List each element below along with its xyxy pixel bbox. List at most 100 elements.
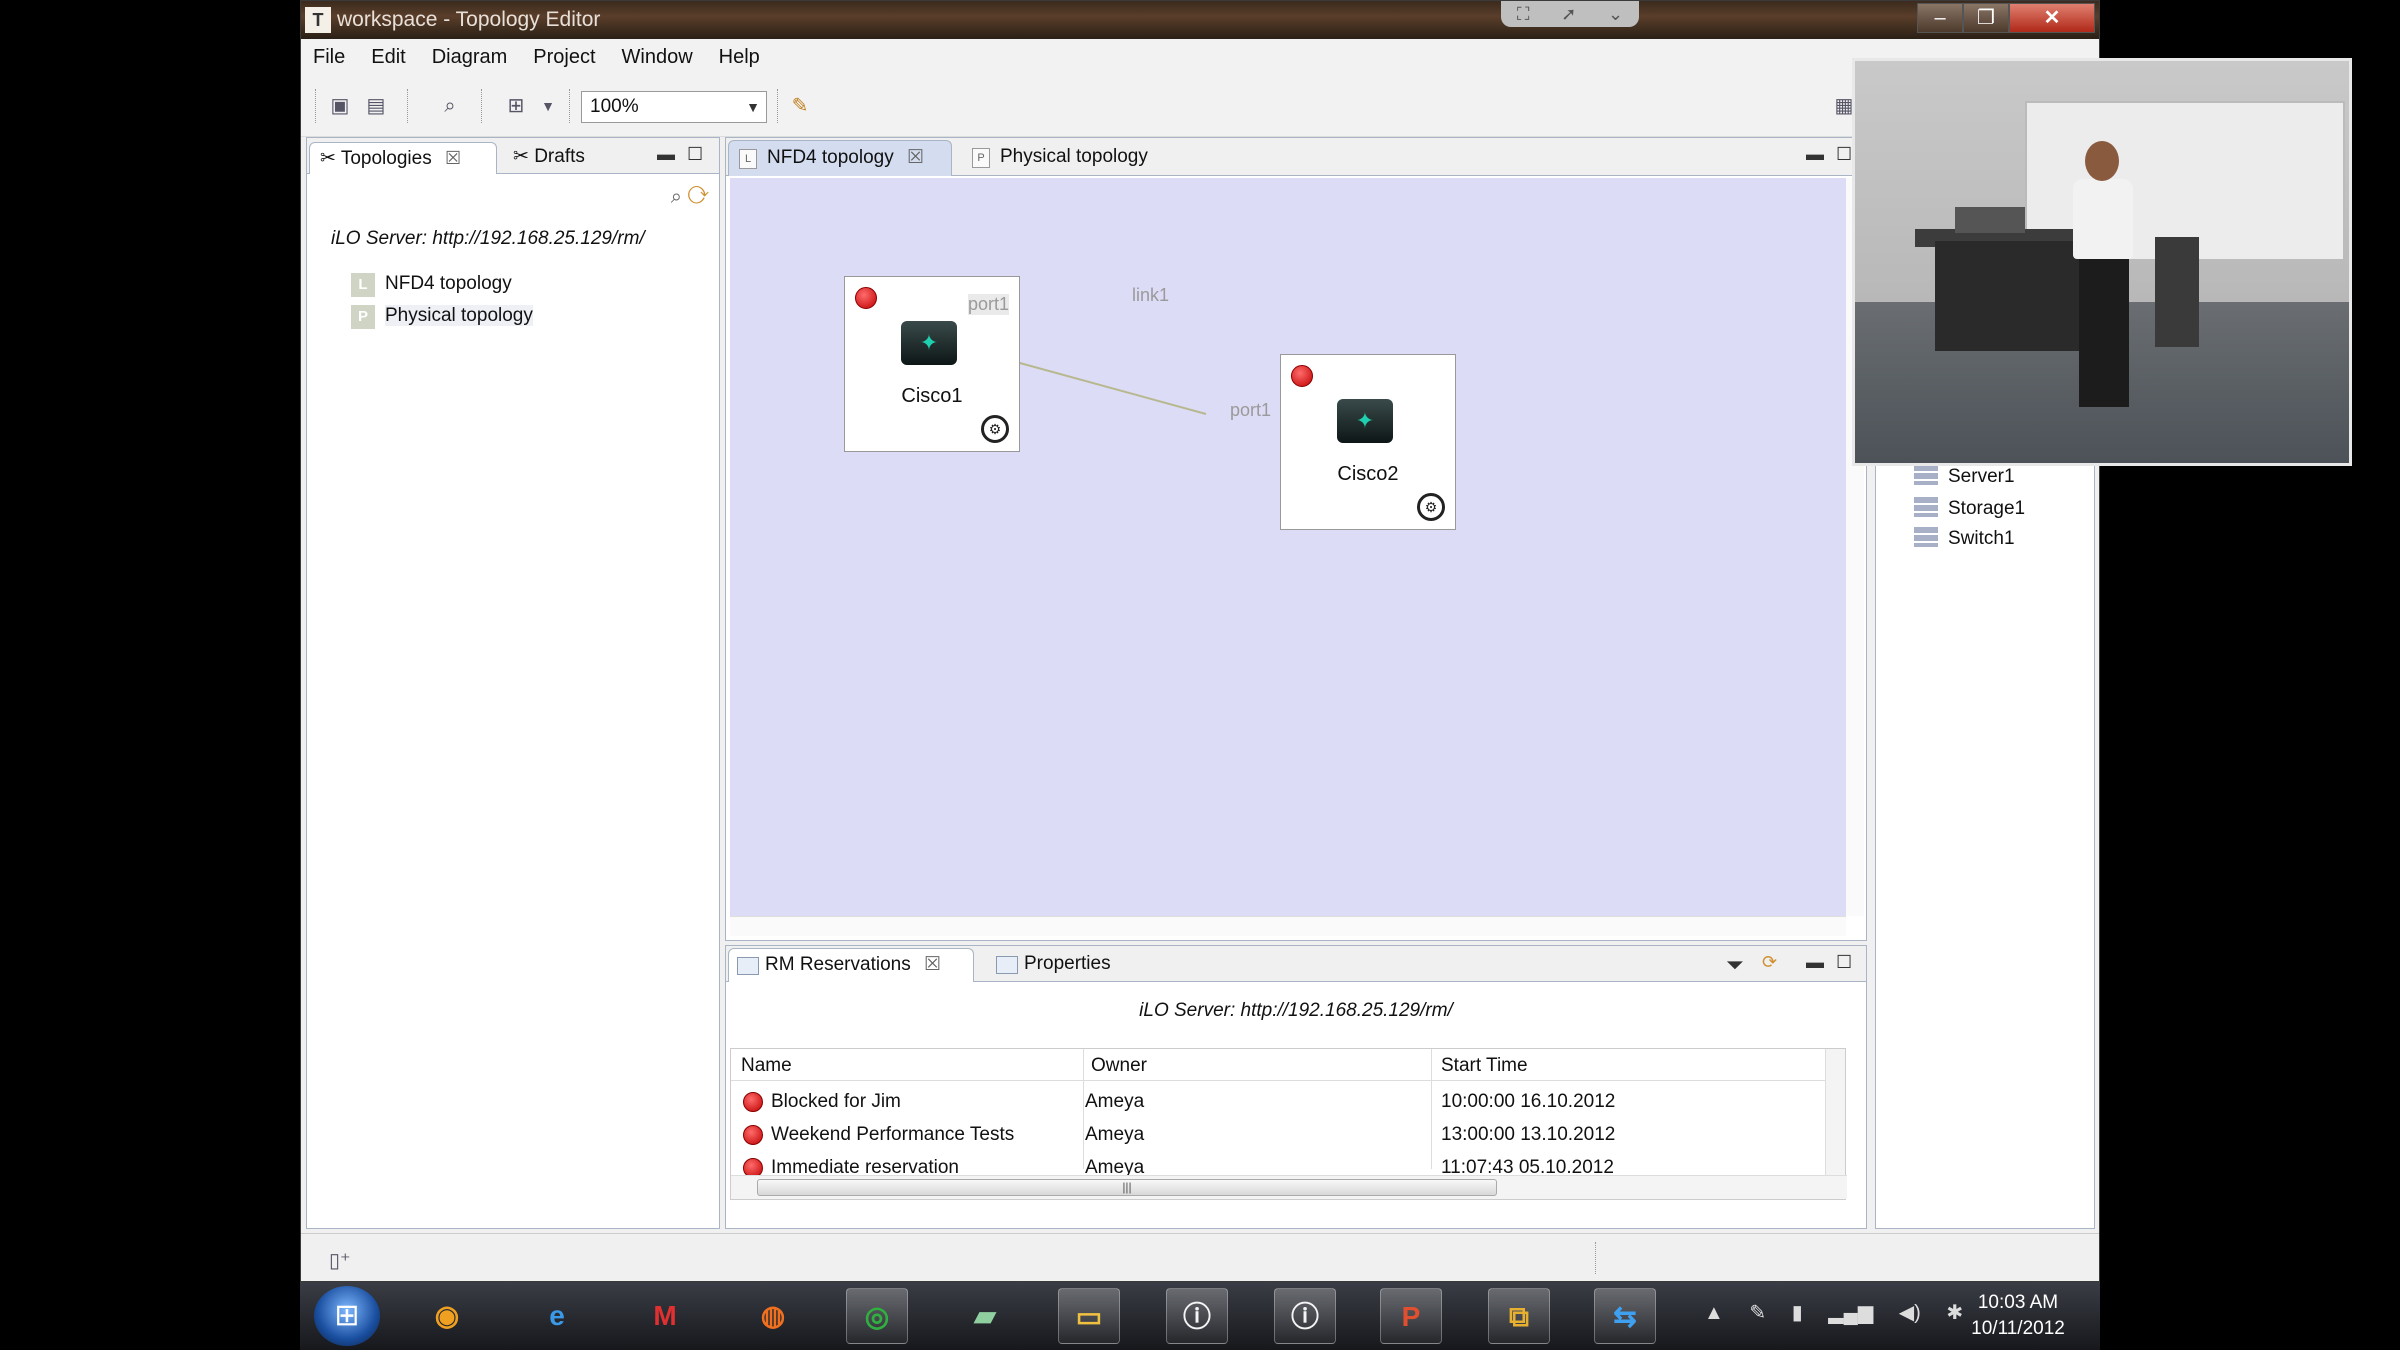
configure-icon[interactable]: ⚙ <box>981 415 1009 443</box>
tab-nfd4-topology[interactable]: L NFD4 topology ☒ <box>728 140 952 176</box>
filter-icon[interactable]: ⏷ <box>1726 952 1744 978</box>
save-icon[interactable]: ▣ <box>325 91 355 121</box>
storage-icon <box>1914 497 1938 517</box>
title-bar[interactable]: T workspace - Topology Editor ⛶ ➚ ⌄ – ❐ … <box>301 1 2099 39</box>
horizontal-scrollbar[interactable]: ||| <box>731 1175 1847 1199</box>
server-icon <box>1914 465 1938 485</box>
minimize-icon[interactable]: ▬ <box>1806 144 1824 165</box>
chevron-up-icon[interactable]: ▲ <box>1704 1302 1724 1324</box>
minimize-button[interactable]: – <box>1917 3 1963 33</box>
chrome-icon[interactable]: ◎ <box>846 1288 908 1344</box>
edit-icon[interactable]: ✎ <box>785 91 815 121</box>
menu-edit[interactable]: Edit <box>371 46 405 69</box>
tab-physical-topology[interactable]: P Physical topology <box>962 140 1202 176</box>
minimize-icon[interactable]: ▬ <box>657 144 675 165</box>
link-label[interactable]: link1 <box>1132 285 1169 306</box>
menu-project[interactable]: Project <box>533 46 595 69</box>
search-icon[interactable]: ⌕ <box>435 91 465 121</box>
vertical-scrollbar[interactable] <box>1825 1049 1845 1177</box>
presenter-video-overlay <box>1852 58 2352 466</box>
close-icon[interactable]: ☒ <box>907 147 924 168</box>
fullscreen-icon[interactable]: ⛶ <box>1517 4 1530 25</box>
column-start-time[interactable]: Start Time <box>1441 1055 1528 1077</box>
close-icon[interactable]: ☒ <box>445 148 461 168</box>
diagram-canvas[interactable]: ✦ Cisco1 ⚙ port1 link1 ✦ Cisco2 ⚙ port1 <box>730 178 1846 916</box>
notepad-icon[interactable]: ▰ <box>954 1288 1016 1344</box>
clock[interactable]: 10:03 AM 10/11/2012 <box>1948 1290 2088 1342</box>
column-owner[interactable]: Owner <box>1091 1055 1147 1077</box>
maximize-icon[interactable]: ☐ <box>687 144 703 165</box>
internet-explorer-icon[interactable]: e <box>526 1288 588 1344</box>
table-row[interactable]: Weekend Performance Tests Ameya 13:00:00… <box>731 1118 1825 1151</box>
view-tab-bar: RM Reservations ☒ Properties ⏷ ⟳ ▬ ☐ <box>726 946 1866 982</box>
teamviewer-icon[interactable]: ⇆ <box>1594 1288 1656 1344</box>
tab-label: RM Reservations <box>765 954 911 975</box>
router-icon: ✦ <box>1337 399 1393 443</box>
tab-properties[interactable]: Properties <box>988 948 1124 982</box>
status-error-icon <box>1291 365 1313 387</box>
outlook-icon[interactable]: ◉ <box>416 1288 478 1344</box>
table-row[interactable]: Immediate reservation Ameya 11:07:43 05.… <box>731 1151 1825 1175</box>
fast-view-icon[interactable]: ▯⁺ <box>329 1248 351 1273</box>
tab-rm-reservations[interactable]: RM Reservations ☒ <box>728 948 974 982</box>
status-bar: ▯⁺ <box>301 1233 2099 1281</box>
outline-item-label: Server1 <box>1948 466 2015 487</box>
tree-item-label: NFD4 topology <box>385 273 512 294</box>
save-all-icon[interactable]: ▤ <box>361 91 391 121</box>
physical-topology-icon: P <box>351 305 375 329</box>
node-cisco2[interactable]: ✦ Cisco2 ⚙ <box>1280 354 1456 530</box>
remote-session-controls[interactable]: ⛶ ➚ ⌄ <box>1501 1 1639 27</box>
maximize-icon[interactable]: ☐ <box>1836 952 1852 973</box>
layout-icon[interactable]: ⊞ <box>501 91 531 121</box>
menu-file[interactable]: File <box>313 46 345 69</box>
outline-item-switch1[interactable]: Switch1 <box>1914 526 2015 552</box>
refresh-icon[interactable]: ⟳ <box>1762 952 1777 973</box>
minimize-icon[interactable]: ▬ <box>1806 952 1824 973</box>
table-row[interactable]: Blocked for Jim Ameya 10:00:00 16.10.201… <box>731 1085 1825 1118</box>
tab-drafts[interactable]: ✂ Drafts <box>503 142 623 174</box>
outline-item-server1[interactable]: Server1 <box>1914 464 2015 490</box>
chevron-down-icon[interactable]: ⌄ <box>1608 4 1623 25</box>
toolbar-separator <box>569 89 571 123</box>
menu-diagram[interactable]: Diagram <box>432 46 508 69</box>
firefox-icon[interactable]: ◍ <box>742 1288 804 1344</box>
topology-editor-icon-2[interactable]: ⓘ <box>1274 1288 1336 1344</box>
gmail-icon[interactable]: M <box>634 1288 696 1344</box>
maximize-button[interactable]: ❐ <box>1963 3 2009 33</box>
zoom-select[interactable]: 100% ▼ <box>581 91 767 123</box>
file-explorer-icon[interactable]: ▭ <box>1058 1288 1120 1344</box>
tree-item-nfd4-topology[interactable]: L NFD4 topology <box>351 270 512 298</box>
close-icon[interactable]: ☒ <box>924 954 941 975</box>
tab-label: Topologies <box>340 148 432 169</box>
outline-item-label: Switch1 <box>1948 528 2015 549</box>
network-app-icon[interactable]: ✎ <box>1749 1302 1766 1324</box>
maximize-icon[interactable]: ☐ <box>1836 144 1852 165</box>
outline-item-storage1[interactable]: Storage1 <box>1914 496 2025 522</box>
search-icon[interactable]: ⌕ <box>671 186 682 208</box>
toolbar-separator <box>777 89 779 123</box>
column-name[interactable]: Name <box>741 1055 792 1077</box>
signal-icon[interactable]: ▂▄▆ <box>1828 1302 1873 1324</box>
volume-icon[interactable]: ◀) <box>1899 1302 1921 1324</box>
tab-label: Physical topology <box>1000 146 1148 167</box>
menu-help[interactable]: Help <box>719 46 760 69</box>
port-label: port1 <box>968 294 1010 315</box>
toolbar-separator <box>407 89 409 123</box>
menu-window[interactable]: Window <box>622 46 693 69</box>
status-error-icon <box>855 287 877 309</box>
close-button[interactable]: ✕ <box>2009 3 2095 33</box>
start-button[interactable]: ⊞ <box>314 1286 380 1346</box>
horizontal-scrollbar[interactable] <box>730 916 1846 936</box>
chevron-down-icon[interactable]: ▼ <box>533 91 563 121</box>
refresh-icon[interactable]: ⟳ <box>688 186 709 208</box>
battery-icon[interactable]: ▮ <box>1792 1302 1803 1324</box>
topology-editor-icon[interactable]: ⓘ <box>1166 1288 1228 1344</box>
toolbar: ▣ ▤ ⌕ ⊞ ▼ 100% ▼ ✎ ▦ <box>301 75 2099 137</box>
vmware-icon[interactable]: ⧉ <box>1488 1288 1550 1344</box>
tab-topologies[interactable]: ✂ Topologies ☒ <box>309 142 497 174</box>
view-actions: ⌕ ⟳ <box>671 186 709 209</box>
tree-item-physical-topology[interactable]: P Physical topology <box>351 302 533 330</box>
scrollbar-thumb[interactable]: ||| <box>757 1179 1497 1196</box>
configure-icon[interactable]: ⚙ <box>1417 493 1445 521</box>
powerpoint-icon[interactable]: P <box>1380 1288 1442 1344</box>
